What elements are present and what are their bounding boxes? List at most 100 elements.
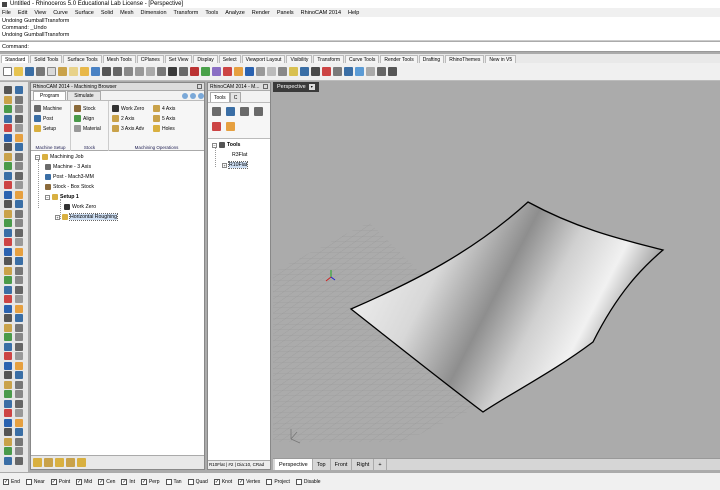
tool-icon[interactable] [4,371,12,379]
menu-analyze[interactable]: Analyze [225,10,245,16]
tool-icon[interactable] [4,124,12,132]
tree-node-stock[interactable]: Stock - Box Stock [45,184,94,190]
tool-icon[interactable] [15,133,23,142]
tool-icon[interactable] [4,105,12,113]
tool-icon[interactable] [4,447,12,455]
tool-icon[interactable] [4,428,12,436]
render-icon[interactable] [245,67,254,76]
tool-icon[interactable] [15,190,23,199]
tool-icon[interactable] [4,95,12,104]
5-axis-button[interactable]: 5 Axis [153,115,175,122]
undo-icon[interactable] [91,67,100,76]
tree-node-machine[interactable]: Machine - 3 Axis [45,164,91,170]
tab-curve-tools[interactable]: Curve Tools [345,55,380,63]
align-button[interactable]: Align [74,115,94,122]
cut-icon[interactable] [58,67,67,76]
tool-icon[interactable] [15,380,23,389]
tool-icon[interactable] [15,447,23,455]
tool-icon[interactable] [15,247,23,256]
osnap-end[interactable]: ✓ End [3,478,20,485]
grid-icon[interactable] [201,67,210,76]
tool-icon[interactable] [4,285,12,294]
tool-icon[interactable] [15,361,23,370]
checkbox-icon[interactable]: ✓ [213,478,220,485]
tool-icon[interactable] [15,200,23,208]
tool-icon[interactable] [4,418,12,427]
menu-help[interactable]: Help [348,10,359,16]
tool-icon[interactable] [4,361,12,370]
tool-icon[interactable] [15,285,23,294]
tool-icon[interactable] [15,114,23,123]
osnap-perp[interactable]: ✓ Perp [140,478,160,485]
tool-icon[interactable] [4,114,12,123]
menu-mesh[interactable]: Mesh [120,10,133,16]
checkbox-icon[interactable] [165,478,172,485]
holes-button[interactable]: Holes [153,125,175,132]
tab-mesh-tools[interactable]: Mesh Tools [102,55,136,63]
checkbox-icon[interactable]: ✓ [50,478,57,485]
zoom-window-icon[interactable] [135,67,144,76]
open-icon[interactable] [14,67,23,76]
expand-icon[interactable]: + [222,162,227,168]
gumball-icon[interactable] [377,67,386,76]
tab-viewport-layout[interactable]: Viewport Layout [241,55,286,63]
tab-simulate[interactable]: Simulate [67,91,101,100]
tool-icon[interactable] [15,209,23,218]
tab-render-tools[interactable]: Render Tools [380,55,418,63]
tool-library-icon[interactable] [226,122,235,131]
paste-icon[interactable] [80,67,89,76]
stock-button[interactable]: Stock [74,105,96,112]
info-icon[interactable] [190,93,196,99]
tab-drafting[interactable]: Drafting [418,55,445,63]
material-icon[interactable] [289,67,298,76]
2-axis-button[interactable]: 2 Axis [112,115,134,122]
vee-mill-icon[interactable] [254,107,263,116]
tools-icon[interactable] [366,67,375,76]
zoom-icon[interactable] [124,67,133,76]
tool-icon[interactable] [15,152,23,161]
checkbox-icon[interactable]: ✓ [238,478,245,485]
tree-node-tools[interactable]: − Tools [212,142,240,148]
command-input[interactable] [30,42,431,51]
tool-icon[interactable] [15,181,23,189]
tool-icon[interactable] [15,409,23,417]
tool-icon[interactable] [15,95,23,104]
checkbox-icon[interactable]: ✓ [140,478,147,485]
tab-tools[interactable]: Tools [210,92,230,102]
tool-icon[interactable] [4,323,12,332]
tool-icon[interactable] [4,171,12,180]
vp-tab-front[interactable]: Front [331,459,353,470]
tool-icon[interactable] [15,399,23,408]
tool-icon[interactable] [4,247,12,256]
collapse-icon[interactable]: − [45,194,50,200]
checker-icon[interactable] [355,67,364,76]
print-icon[interactable] [36,67,45,76]
menu-tools[interactable]: Tools [205,10,218,16]
tab-solid-tools[interactable]: Solid Tools [30,55,63,63]
tool-icon[interactable] [4,295,12,303]
delete-icon[interactable] [66,458,75,467]
tool-icon[interactable] [15,238,23,246]
tool-icon[interactable] [15,124,23,132]
wireframe-icon[interactable] [256,67,265,76]
material-button[interactable]: Material [74,125,101,132]
tool-icon[interactable] [4,152,12,161]
menu-dimension[interactable]: Dimension [141,10,167,16]
osnap-project[interactable]: Project [266,478,290,485]
work-zero-button[interactable]: Work Zero [112,105,144,112]
info-icon[interactable] [77,458,86,467]
osnap-vertex[interactable]: ✓ Vertex [238,478,260,485]
osnap-knot[interactable]: ✓ Knot [213,478,232,485]
tree-node-horizontal-roughing[interactable]: + Horizontal Roughing [55,213,119,221]
tool-icon[interactable] [4,352,12,360]
properties-icon[interactable] [223,67,232,76]
help-icon[interactable] [344,67,353,76]
tab-transform[interactable]: Transform [313,55,345,63]
record-history-icon[interactable] [388,67,397,76]
tree-node-post[interactable]: Post - Mach3-MM [45,174,94,180]
tool-icon[interactable] [4,437,12,446]
sphere-icon[interactable] [300,67,309,76]
tool-icon[interactable] [4,190,12,199]
dropdown-arrow-icon[interactable]: ▾ [308,84,315,90]
tool-icon[interactable] [4,333,12,341]
